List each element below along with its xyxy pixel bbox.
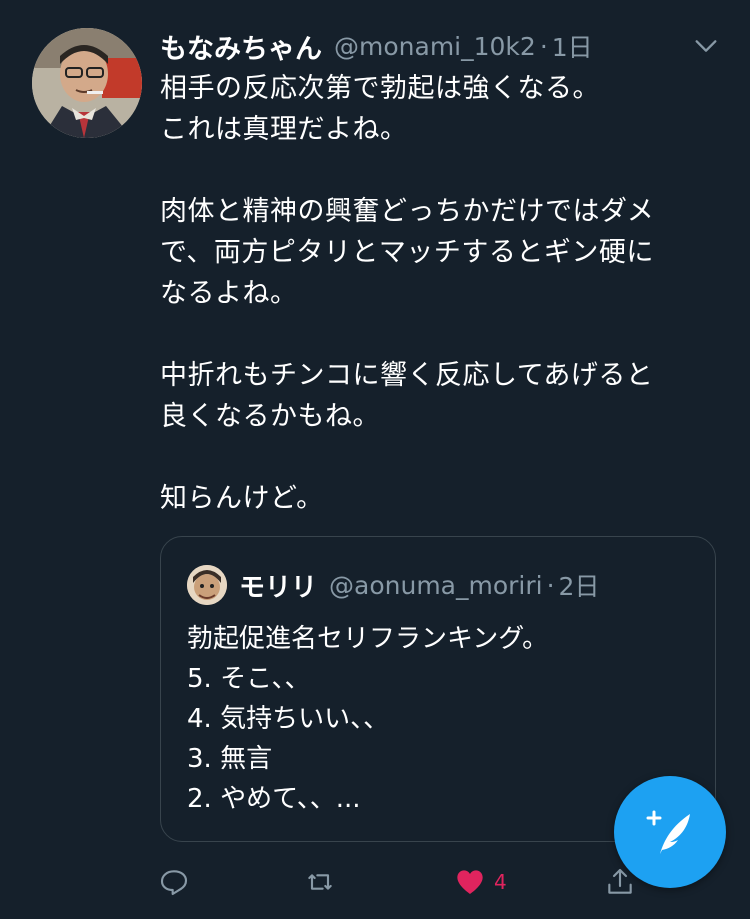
quoted-line: 3. 無言 <box>187 744 273 774</box>
tweet-line: 知らんけど。 <box>160 483 324 514</box>
author-avatar[interactable] <box>32 28 142 138</box>
quoted-timestamp: 2日 <box>558 572 600 601</box>
tweet-line: 中折れもチンコに響く反応してあげると <box>160 360 654 391</box>
like-button[interactable]: 4 <box>454 862 507 902</box>
retweet-icon <box>308 874 332 890</box>
tweet-actions: 4 <box>158 862 638 902</box>
tweet-line: 相手の反応次第で勃起は強くなる。 <box>160 73 600 104</box>
retweet-button[interactable] <box>304 862 336 902</box>
tweet-line: 肉体と精神の興奮どっちかだけではダメ <box>160 196 655 227</box>
quoted-line: 5. そこ、、 <box>187 664 311 694</box>
compose-tweet-button[interactable] <box>614 776 726 888</box>
reply-icon <box>160 870 188 896</box>
quoted-author-avatar <box>187 565 227 605</box>
quoted-tweet-text: 勃起促進名セリフランキング。 5. そこ、、 4. 気持ちいい、、 3. 無言 … <box>187 619 687 819</box>
compose-icon <box>646 810 690 854</box>
tweet[interactable]: もなみちゃん @monami_10k2 · 1日 相手の反応次第で勃起は強くなる… <box>0 0 750 919</box>
chevron-down-icon[interactable] <box>692 32 720 60</box>
reply-button[interactable] <box>158 862 190 902</box>
quoted-line: 4. 気持ちいい、、 <box>187 704 390 734</box>
tweet-line: 良くなるかもね。 <box>160 401 380 432</box>
like-count: 4 <box>494 870 507 894</box>
tweet-line <box>160 314 720 355</box>
timestamp[interactable]: 1日 <box>552 28 593 64</box>
tweet-line: これは真理だよね。 <box>160 114 408 145</box>
separator: · <box>546 570 555 600</box>
author-name[interactable]: もなみちゃん <box>160 27 322 66</box>
author-handle[interactable]: @monami_10k2 <box>334 32 536 61</box>
tweet-line <box>160 150 720 191</box>
tweet-line: で、両方ピタリとマッチするとギン硬に <box>160 237 654 268</box>
separator: · <box>539 31 548 61</box>
quoted-line: 2. やめて、、... <box>187 784 361 814</box>
quoted-author-name: モリリ <box>239 572 318 603</box>
quoted-tweet-header: モリリ @aonuma_moriri · 2日 <box>239 563 599 607</box>
quoted-line: 勃起促進名セリフランキング。 <box>187 624 549 654</box>
heart-icon <box>457 870 483 894</box>
tweet-header: もなみちゃん @monami_10k2 · 1日 <box>160 26 720 66</box>
tweet-line: なるよね。 <box>160 278 298 309</box>
tweet-line <box>160 437 720 478</box>
quoted-author-handle: @aonuma_moriri <box>329 570 543 600</box>
tweet-text: 相手の反応次第で勃起は強くなる。 これは真理だよね。 肉体と精神の興奮どっちかだ… <box>160 68 720 519</box>
